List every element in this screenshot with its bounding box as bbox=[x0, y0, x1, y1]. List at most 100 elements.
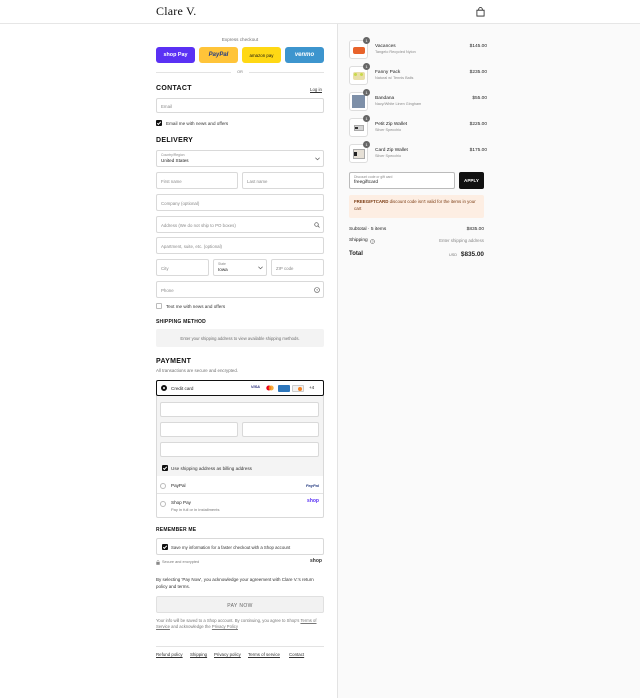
billing-same-label: Use shipping address as billing address bbox=[171, 465, 252, 471]
contact-link[interactable]: Contact bbox=[289, 652, 304, 657]
column-divider bbox=[337, 24, 338, 698]
contact-heading: CONTACT bbox=[156, 85, 192, 92]
credit-card-option[interactable]: Credit card VISA +4 bbox=[156, 380, 324, 396]
security-code-field[interactable] bbox=[242, 422, 319, 437]
shop-account-note: Your info will be saved to a Shop accoun… bbox=[156, 618, 317, 630]
country-select[interactable]: Country/Region United States bbox=[156, 150, 324, 167]
item-name: Vacances bbox=[375, 44, 396, 49]
phone-field[interactable]: Phone ? bbox=[156, 281, 324, 298]
state-select[interactable]: State Iowa bbox=[213, 259, 267, 276]
pay-now-button[interactable]: PAY NOW bbox=[156, 596, 324, 613]
terms-text: By selecting 'Pay Now', you acknowledge … bbox=[156, 577, 314, 589]
shop-pay-logo: shop bbox=[307, 498, 319, 504]
svg-text:?: ? bbox=[372, 239, 374, 243]
quantity-badge: 1 bbox=[363, 63, 370, 70]
cart-item: 1 Bandana Navy/White Linen Gingham $55.0… bbox=[349, 89, 487, 114]
save-info-label: Save my information for a faster checkou… bbox=[171, 544, 291, 550]
item-variant: Tangelo Recycled Nylon bbox=[375, 50, 416, 54]
shipping-link[interactable]: Shipping bbox=[190, 652, 207, 657]
item-variant: Silver Specchio bbox=[375, 128, 402, 132]
currency-label: USD bbox=[448, 253, 457, 257]
privacy-policy-link[interactable]: Privacy policy bbox=[214, 652, 241, 657]
chevron-down-icon bbox=[315, 157, 320, 161]
shop-pay-option[interactable]: Shop Pay Pay in full or in installments … bbox=[157, 495, 323, 517]
brand-logo[interactable]: Clare V. bbox=[156, 4, 197, 19]
shipping-value: Enter shipping address bbox=[439, 238, 484, 243]
card-number-field[interactable] bbox=[160, 402, 319, 417]
discount-code-field[interactable]: Discount code or gift card freegiftcard bbox=[349, 172, 455, 189]
help-icon[interactable]: ? bbox=[370, 238, 375, 244]
city-field[interactable]: City bbox=[156, 259, 209, 276]
footer-divider bbox=[156, 646, 324, 647]
total-label: Total bbox=[349, 251, 363, 257]
item-name: Bandana bbox=[375, 96, 395, 101]
last-name-field[interactable]: Last name bbox=[242, 172, 324, 189]
shipping-row: Shipping ? Enter shipping address bbox=[349, 238, 484, 244]
discover-icon bbox=[292, 384, 304, 392]
email-news-checkbox[interactable] bbox=[156, 120, 162, 126]
item-price: $55.00 bbox=[472, 96, 487, 101]
visa-icon: VISA bbox=[251, 385, 260, 389]
credit-card-radio[interactable] bbox=[161, 385, 167, 391]
terms-of-service-link[interactable]: Terms of service bbox=[248, 652, 280, 657]
help-icon[interactable]: ? bbox=[314, 287, 320, 293]
or-divider-left bbox=[156, 72, 231, 73]
mastercard-icon bbox=[266, 385, 274, 391]
address-field[interactable]: Address (We do not ship to PO boxes) bbox=[156, 216, 324, 233]
shipping-label: Shipping bbox=[349, 238, 368, 243]
shipping-method-heading: SHIPPING METHOD bbox=[156, 319, 206, 325]
item-price: $145.00 bbox=[469, 44, 487, 49]
payment-heading: PAYMENT bbox=[156, 358, 192, 365]
quantity-badge: 1 bbox=[363, 115, 370, 122]
remember-me-box: Save my information for a faster checkou… bbox=[156, 538, 324, 555]
email-field[interactable]: Email bbox=[156, 98, 324, 113]
first-name-field[interactable]: First name bbox=[156, 172, 238, 189]
total-value: $835.00 bbox=[460, 251, 484, 258]
cart-item: 1 Card Zip Wallet Silver Specchio $175.0… bbox=[349, 141, 487, 166]
or-divider-right bbox=[249, 72, 324, 73]
shop-pay-button[interactable]: shop Pay bbox=[156, 47, 195, 63]
warning-code: FREEGIFTCARD bbox=[354, 199, 389, 204]
text-news-checkbox[interactable] bbox=[156, 303, 162, 309]
billing-same-checkbox[interactable] bbox=[162, 465, 168, 471]
subtotal-label: Subtotal · 5 items bbox=[349, 227, 387, 232]
quantity-badge: 1 bbox=[363, 37, 370, 44]
venmo-button[interactable]: venmo bbox=[285, 47, 324, 63]
paypal-button[interactable]: PayPal bbox=[199, 47, 238, 63]
zip-field[interactable]: ZIP code bbox=[271, 259, 324, 276]
cart-item: 1 Fanny Pack Natural w/ Tennis Balls $23… bbox=[349, 63, 487, 88]
card-form-area: Use shipping address as billing address bbox=[157, 396, 323, 476]
save-info-checkbox[interactable] bbox=[162, 544, 168, 550]
site-header: Clare V. bbox=[0, 0, 640, 24]
apply-discount-button[interactable]: APPLY bbox=[459, 172, 484, 189]
item-price: $175.00 bbox=[469, 148, 487, 153]
or-label: OR bbox=[237, 69, 243, 74]
name-on-card-field[interactable] bbox=[160, 442, 319, 457]
shipping-method-placeholder: Enter your shipping address to view avai… bbox=[156, 329, 324, 347]
log-in-link[interactable]: Log in bbox=[310, 87, 322, 92]
subtotal-row: Subtotal · 5 items $835.00 bbox=[349, 227, 484, 232]
expiration-field[interactable] bbox=[160, 422, 238, 437]
company-field[interactable]: Company (optional) bbox=[156, 194, 324, 211]
apartment-field[interactable]: Apartment, suite, etc. (optional) bbox=[156, 237, 324, 254]
discount-warning: FREEGIFTCARD discount code isn't valid f… bbox=[349, 195, 484, 218]
shop-pay-radio[interactable] bbox=[160, 501, 166, 507]
amex-icon bbox=[278, 384, 290, 392]
item-price: $235.00 bbox=[469, 70, 487, 75]
remember-me-heading: REMEMBER ME bbox=[156, 527, 197, 533]
item-price: $225.00 bbox=[469, 122, 487, 127]
search-icon bbox=[314, 222, 320, 228]
lock-icon bbox=[156, 560, 160, 565]
quantity-badge: 1 bbox=[363, 141, 370, 148]
cart-item: 1 Petit Zip Wallet Silver Specchio $225.… bbox=[349, 115, 487, 140]
item-name: Fanny Pack bbox=[375, 70, 401, 75]
paypal-radio[interactable] bbox=[160, 482, 166, 489]
paypal-option[interactable]: PayPal PayPal bbox=[157, 477, 323, 494]
paypal-logo: PayPal bbox=[305, 482, 319, 488]
shop-privacy-link[interactable]: Privacy Policy bbox=[212, 624, 238, 629]
refund-policy-link[interactable]: Refund policy bbox=[156, 652, 183, 657]
amazon-pay-button[interactable]: amazon pay bbox=[242, 47, 281, 63]
payment-subtitle: All transactions are secure and encrypte… bbox=[156, 368, 239, 373]
quantity-badge: 1 bbox=[363, 89, 370, 96]
shopping-bag-icon[interactable] bbox=[476, 7, 485, 17]
